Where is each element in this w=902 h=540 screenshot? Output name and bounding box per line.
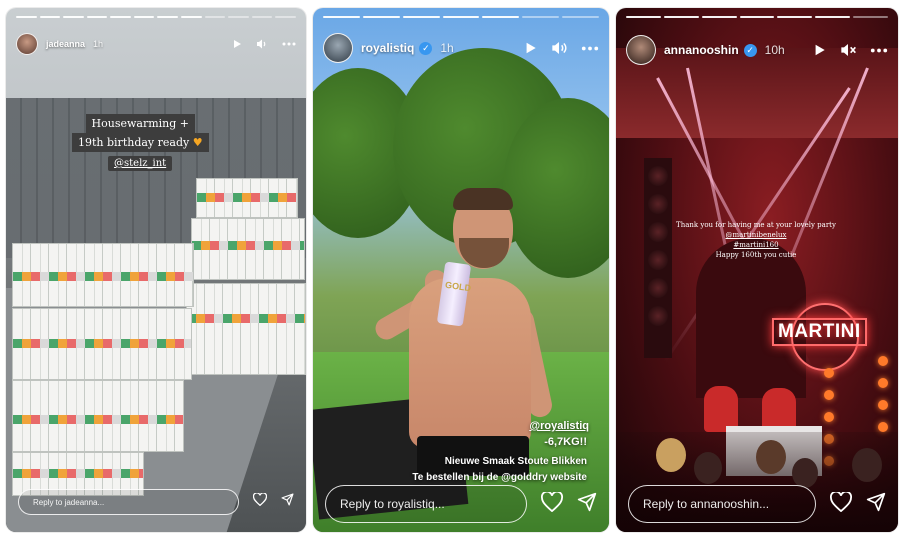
heart-icon[interactable]: [252, 492, 268, 511]
verified-badge-icon: ✓: [743, 43, 757, 57]
story-footer: [18, 482, 294, 522]
post-age: 1h: [93, 39, 104, 49]
reply-input[interactable]: [18, 489, 239, 515]
more-icon[interactable]: [870, 48, 888, 53]
story-text: Thank you for having me at your lovely p…: [676, 220, 836, 260]
can-label: GOLD: [444, 279, 472, 294]
heart-icon[interactable]: [830, 490, 852, 517]
story-annanooshin[interactable]: MARTINI Thank you for having me at your …: [616, 8, 898, 532]
story-header: royalistiq ✓ 1h: [323, 30, 599, 66]
overlay-line-2: Nieuwe Smaak Stoute Blikken: [444, 456, 587, 467]
story-caption: Housewarming + 19th birthday ready ♥: [72, 114, 209, 152]
avatar[interactable]: [323, 33, 353, 63]
send-icon[interactable]: [866, 492, 886, 517]
play-icon[interactable]: [524, 41, 537, 55]
mention-tag[interactable]: @royalistiq: [529, 420, 589, 432]
overlay-line-3: Te bestellen bij de @golddry website: [412, 472, 587, 483]
more-icon[interactable]: [581, 46, 599, 51]
story-footer: [628, 484, 886, 524]
reply-input[interactable]: [325, 485, 527, 523]
heart-icon[interactable]: [541, 490, 563, 517]
story-jadeanna[interactable]: Housewarming + 19th birthday ready ♥ @st…: [6, 8, 306, 532]
mention-link[interactable]: @martinibenelux: [676, 230, 836, 240]
post-age: 10h: [764, 43, 785, 57]
speaker-icon[interactable]: [551, 41, 567, 55]
reply-input[interactable]: [628, 485, 816, 523]
verified-badge-icon: ✓: [419, 41, 433, 55]
story-royalistiq[interactable]: GOLD @royalistiq -6,7KG!! Nieuwe Smaak S…: [313, 8, 609, 532]
play-icon[interactable]: [813, 43, 826, 57]
story-photo: GOLD: [313, 8, 609, 532]
story-progress: [16, 16, 296, 18]
more-icon[interactable]: [282, 42, 296, 46]
avatar[interactable]: [626, 35, 656, 65]
play-icon[interactable]: [232, 39, 242, 49]
martini-neon-sign: MARTINI: [772, 318, 867, 346]
story-progress: [626, 16, 889, 18]
story-progress: [323, 16, 600, 18]
caption-line-1: Housewarming +: [85, 114, 196, 133]
mention-tag[interactable]: @stelz_int: [108, 156, 173, 171]
speaker-muted-icon[interactable]: [840, 43, 856, 57]
username[interactable]: annanooshin: [664, 43, 739, 57]
hashtag-link[interactable]: #martini160: [676, 240, 836, 250]
orange-heart-icon: ♥: [192, 136, 203, 149]
story-header: jadeanna 1h: [16, 26, 296, 62]
text-line-1: Thank you for having me at your lovely p…: [676, 221, 836, 229]
avatar[interactable]: [16, 33, 38, 55]
story-photo: [616, 8, 898, 532]
username[interactable]: royalistiq: [361, 41, 414, 55]
send-icon[interactable]: [577, 492, 597, 517]
story-photo: [6, 8, 306, 532]
send-icon[interactable]: [281, 493, 294, 511]
caption-line-2: 19th birthday ready: [78, 136, 190, 149]
speaker-column: [644, 158, 672, 358]
story-header: annanooshin ✓ 10h: [626, 32, 888, 68]
username[interactable]: jadeanna: [46, 39, 85, 49]
closing-line: Happy 160th you cutie: [715, 251, 797, 259]
story-footer: [325, 484, 597, 524]
overlay-line-1: -6,7KG!!: [544, 436, 587, 448]
post-age: 1h: [440, 41, 454, 55]
speaker-icon[interactable]: [256, 39, 268, 49]
